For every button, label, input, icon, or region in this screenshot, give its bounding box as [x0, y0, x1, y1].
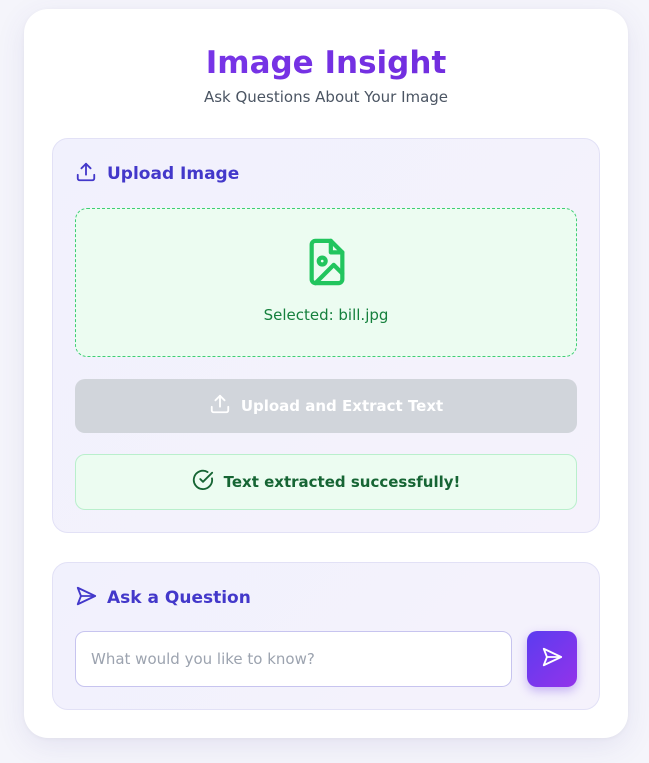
- send-button[interactable]: [527, 631, 577, 687]
- question-panel-header: Ask a Question: [75, 585, 251, 611]
- image-dropzone[interactable]: Selected: bill.jpg: [75, 208, 577, 357]
- page-subtitle: Ask Questions About Your Image: [203, 88, 449, 106]
- selected-file-text: Selected: bill.jpg: [263, 306, 389, 324]
- upload-extract-label: Upload and Extract Text: [240, 397, 444, 415]
- upload-panel-heading: Upload Image: [107, 164, 240, 184]
- upload-panel-header: Upload Image: [75, 161, 239, 187]
- main-card: Image Insight Ask Questions About Your I…: [24, 9, 628, 738]
- check-circle-icon: [192, 469, 214, 495]
- status-message: Text extracted successfully!: [75, 454, 577, 510]
- send-icon: [541, 646, 563, 672]
- question-panel-heading: Ask a Question: [107, 588, 251, 608]
- status-text: Text extracted successfully!: [223, 473, 461, 491]
- question-panel: Ask a Question: [52, 562, 600, 710]
- upload-icon: [75, 161, 97, 188]
- question-input[interactable]: [75, 631, 512, 687]
- image-file-icon: [304, 237, 350, 287]
- upload-extract-button[interactable]: Upload and Extract Text: [75, 379, 577, 433]
- upload-icon: [209, 393, 231, 419]
- upload-panel: Upload Image Selected: bill.jpg Upload a…: [52, 138, 600, 533]
- send-icon: [75, 585, 97, 612]
- page-title: Image Insight: [24, 45, 628, 81]
